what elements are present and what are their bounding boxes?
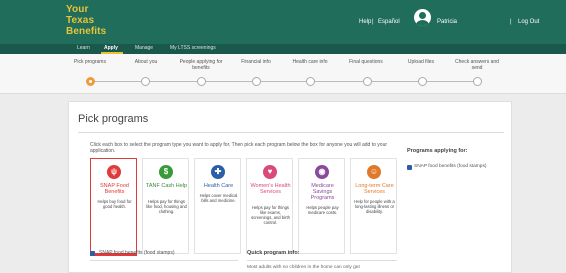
program-card-title: Medicare Savings Programs: [310, 183, 335, 201]
programs-applying-title: Programs applying for:: [407, 148, 468, 154]
step-dot-about-you[interactable]: [141, 77, 150, 86]
language-link[interactable]: Español: [378, 19, 400, 25]
dollar-icon: $: [159, 165, 173, 179]
nav-learn[interactable]: Learn: [77, 45, 90, 51]
divider: [90, 260, 238, 261]
program-card-health-care[interactable]: ✚ Health Care Helps cover medical bills …: [194, 158, 241, 254]
user-avatar-icon[interactable]: [414, 9, 431, 26]
step-label-people-applying: People applying for benefits: [179, 59, 223, 71]
step-dot-upload-files[interactable]: [418, 77, 427, 86]
step-dot-people-applying[interactable]: [197, 77, 206, 86]
nav-apply[interactable]: Apply: [104, 45, 118, 51]
step-label-pick-programs: Pick programs: [74, 59, 106, 65]
step-label-check-answers: Check answers and send: [455, 59, 499, 71]
page-title: Pick programs: [78, 113, 149, 125]
fork-knife-icon: ψ: [107, 165, 121, 179]
program-card-title: TANF Cash Help: [145, 183, 188, 189]
nav-ltss-screenings[interactable]: My LTSS screenings: [170, 45, 216, 51]
divider: [78, 132, 504, 133]
program-card-womens-health[interactable]: ♥ Women's Health Services Helps pay for …: [246, 158, 293, 254]
quick-info-title: Quick program info:: [247, 250, 300, 256]
program-card-medicare-savings[interactable]: ◉ Medicare Savings Programs Helps people…: [298, 158, 345, 254]
divider: [247, 260, 397, 261]
hands-icon: ☺: [367, 165, 381, 179]
checkbox-checked-icon[interactable]: [407, 165, 412, 170]
program-card-tanf[interactable]: $ TANF Cash Help Helps pay for things li…: [142, 158, 189, 254]
program-card-title: Health Care: [203, 183, 234, 189]
separator: |: [510, 19, 512, 25]
snap-checkbox-label[interactable]: SNAP food benefits (food stamps): [99, 250, 175, 256]
heart-icon: ♥: [263, 165, 277, 179]
medical-cross-icon: ✚: [211, 165, 225, 179]
step-dot-check-answers[interactable]: [473, 77, 482, 86]
snap-checkbox[interactable]: [90, 251, 95, 256]
program-card-desc: Helps pay for things like exams, screeni…: [251, 205, 290, 225]
program-card-desc: Help for people with a long-lasting illn…: [354, 199, 395, 214]
instructions-text: Click each box to select the program typ…: [90, 142, 388, 154]
step-dot-health-care-info[interactable]: [306, 77, 315, 86]
logout-link[interactable]: Log Out: [518, 19, 539, 25]
program-card-title: Women's Health Services: [250, 183, 291, 195]
separator: |: [372, 19, 374, 25]
medicare-icon: ◉: [315, 165, 329, 179]
program-card-desc: Helps pay for things like food, housing …: [146, 199, 187, 214]
help-link[interactable]: Help: [359, 19, 371, 25]
logo-line3: Benefits: [66, 26, 107, 37]
program-card-title: SNAP Food Benefits: [100, 183, 129, 195]
program-card-desc: Helps people pay medicare costs.: [306, 205, 339, 215]
applying-program-snap: SNAP food benefits (food stamps): [414, 164, 487, 169]
program-card-desc: Helps buy food for good health.: [97, 199, 132, 209]
program-card-desc: Helps cover medical bills and medicine.: [199, 193, 238, 203]
site-header: Your Texas Benefits Help | Español Patri…: [0, 0, 566, 44]
quick-info-text: Most adults with no children in the home…: [247, 265, 360, 270]
logo-line1: Your: [66, 4, 89, 15]
progress-stepper: Pick programs About you People applying …: [0, 54, 566, 94]
user-name[interactable]: Patricia: [437, 19, 457, 25]
step-label-final-questions: Final questions: [349, 59, 383, 65]
step-dot-financial-info[interactable]: [252, 77, 261, 86]
step-dot-final-questions[interactable]: [363, 77, 372, 86]
primary-nav: Learn Apply Manage My LTSS screenings: [0, 44, 566, 54]
step-dot-pick-programs[interactable]: [86, 77, 95, 86]
program-card-long-term-care[interactable]: ☺ Long-term Care Services Help for peopl…: [350, 158, 397, 254]
logo-line2: Texas: [66, 15, 95, 26]
program-card-snap[interactable]: ψ SNAP Food Benefits Helps buy food for …: [90, 158, 137, 256]
step-label-health-care-info: Health care info: [292, 59, 328, 65]
your-texas-benefits-logo[interactable]: Your Texas Benefits: [66, 4, 106, 37]
step-label-about-you: About you: [134, 59, 158, 65]
pick-programs-panel: Pick programs Click each box to select t…: [68, 101, 512, 273]
step-label-financial-info: Financial info: [241, 59, 271, 65]
nav-manage[interactable]: Manage: [135, 45, 153, 51]
program-card-title: Long-term Care Services: [355, 183, 394, 195]
step-label-upload-files: Upload files: [407, 59, 435, 65]
